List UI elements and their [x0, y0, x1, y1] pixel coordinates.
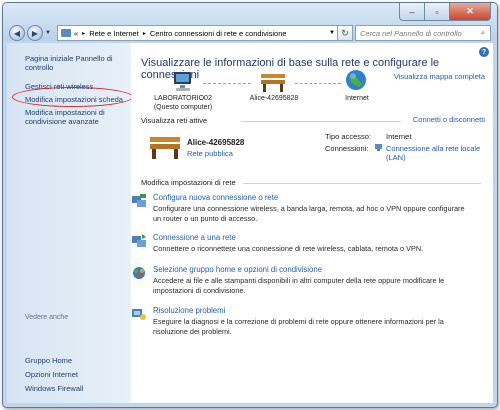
connections-label: Connessioni:: [325, 144, 369, 153]
bench-icon: [261, 74, 285, 92]
recent-pages-dropdown-icon[interactable]: ▼: [45, 30, 51, 36]
search-input[interactable]: Cerca nel Pannello di controllo ⌕: [355, 25, 491, 41]
task-title-troubleshoot[interactable]: Risoluzione problemi: [153, 306, 473, 315]
divider: [241, 121, 401, 122]
address-dropdown-icon[interactable]: ▼: [329, 30, 335, 36]
lan-connection-link-suffix[interactable]: (LAN): [386, 153, 406, 162]
see-also-firewall[interactable]: Windows Firewall: [25, 384, 129, 393]
refresh-icon: ↻: [341, 27, 349, 38]
computer-note: (Questo computer): [153, 104, 213, 111]
lan-connection-link[interactable]: Connessione alla rete locale: [386, 144, 480, 153]
search-icon[interactable]: ⌕: [476, 28, 490, 38]
connector-line: [203, 83, 251, 85]
breadcrumb-separator-icon: ▸: [142, 30, 146, 37]
full-map-link[interactable]: Visualizza mappa completa: [394, 72, 485, 81]
access-type-label: Tipo accesso:: [325, 132, 371, 141]
task-title-connect-network[interactable]: Connessione a una rete: [153, 233, 473, 242]
sidebar: Pagina iniziale Pannello di controllo Ge…: [7, 43, 133, 403]
settings-title: Modifica impostazioni di rete: [141, 178, 236, 187]
main-content: ? Visualizzare le informazioni di base s…: [131, 43, 493, 403]
highlight-circle: [12, 87, 133, 107]
computer-name: LABORATORIO02: [154, 95, 212, 102]
address-bar[interactable]: « ▸ Rete e Internet ▸ Centro connessioni…: [57, 25, 339, 41]
task-desc-troubleshoot: Eseguire la diagnosi e la correzione di …: [153, 317, 444, 336]
new-connection-icon: [132, 194, 146, 207]
task-title-new-connection[interactable]: Configura nuova connessione o rete: [153, 193, 473, 202]
task-title-homegroup[interactable]: Selezione gruppo home e opzioni di condi…: [153, 265, 473, 274]
navigation-buttons: ◀ ▶ ▼: [9, 25, 54, 41]
address-overflow-icon[interactable]: «: [74, 29, 78, 38]
computer-icon: [174, 72, 191, 91]
refresh-button[interactable]: ↻: [337, 25, 353, 41]
see-also-title: Vedere anche: [25, 314, 69, 321]
internet-label: Internet: [345, 95, 369, 102]
network-map: LABORATORIO02 (Questo computer) Alice-42…: [141, 69, 401, 119]
window-controls: – ▫ ✕: [399, 3, 491, 21]
task-desc-connect-network: Connettere o riconnettere una connession…: [153, 244, 424, 253]
maximize-button[interactable]: ▫: [425, 3, 450, 21]
see-also-internet-options[interactable]: Opzioni Internet: [25, 370, 129, 379]
task-desc-new-connection: Configurare una connessione wireless, a …: [153, 204, 465, 223]
back-button[interactable]: ◀: [9, 25, 25, 41]
network-type-link[interactable]: Rete pubblica: [187, 149, 233, 158]
lan-connection-icon: [375, 144, 382, 151]
search-placeholder: Cerca nel Pannello di controllo: [360, 28, 462, 38]
task-homegroup: Selezione gruppo home e opzioni di condi…: [133, 265, 473, 295]
breadcrumb-centro-connessioni[interactable]: Centro connessioni di rete e condivision…: [150, 29, 287, 38]
forward-button[interactable]: ▶: [27, 25, 43, 41]
homegroup-icon: [133, 267, 145, 279]
breadcrumb-separator-icon: ▸: [82, 30, 86, 37]
back-arrow-icon: ◀: [13, 28, 21, 38]
see-also-homegroup[interactable]: Gruppo Home: [25, 356, 129, 365]
connect-network-icon: [132, 234, 146, 247]
task-desc-homegroup: Accedere ai file e alle stampanti dispon…: [153, 276, 445, 295]
task-new-connection: Configura nuova connessione o rete Confi…: [132, 193, 473, 223]
public-network-bench-icon: [150, 137, 180, 159]
close-button[interactable]: ✕: [450, 3, 491, 21]
task-connect-network: Connessione a una rete Connettere o rico…: [132, 233, 473, 254]
map-network-name: Alice-42695828: [249, 95, 299, 102]
forward-arrow-icon: ▶: [31, 28, 39, 38]
connector-line: [295, 83, 341, 85]
control-panel-icon: [61, 29, 71, 37]
breadcrumb-rete-internet[interactable]: Rete e Internet: [89, 29, 139, 38]
active-network-name: Alice-42695828: [187, 138, 245, 147]
divider: [243, 183, 481, 184]
control-panel-window: – ▫ ✕ ◀ ▶ ▼ « ▸ Rete e Internet ▸ Centro…: [2, 2, 498, 408]
globe-icon: [346, 70, 366, 90]
minimize-button[interactable]: –: [399, 3, 425, 21]
troubleshoot-icon: [132, 309, 146, 320]
task-troubleshoot: Risoluzione problemi Eseguire la diagnos…: [132, 306, 473, 336]
title-bar: – ▫ ✕ ◀ ▶ ▼ « ▸ Rete e Internet ▸ Centro…: [3, 3, 497, 41]
access-type-value: Internet: [386, 132, 412, 141]
active-networks-title: Visualizza reti attive: [141, 116, 208, 125]
sidebar-item-sharing-settings[interactable]: Modifica impostazioni di condivisione av…: [25, 108, 129, 126]
help-icon[interactable]: ?: [479, 47, 489, 57]
connect-disconnect-link[interactable]: Connetti o disconnetti: [413, 115, 485, 124]
sidebar-item-home[interactable]: Pagina iniziale Pannello di controllo: [25, 54, 129, 72]
